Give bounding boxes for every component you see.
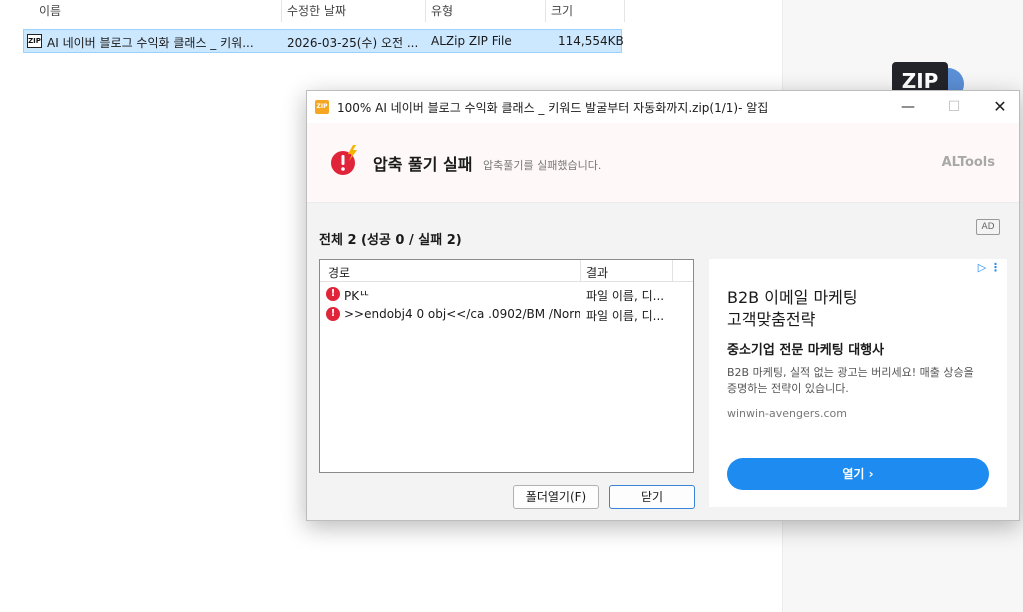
ad-description: B2B 마케팅, 실적 없는 광고는 버리세요! 매출 상승을 증명하는 전략이…: [727, 366, 974, 395]
file-modified: 2026-03-25(수) 오전 ...: [287, 36, 419, 50]
close-button[interactable]: 닫기: [609, 485, 695, 509]
column-divider[interactable]: [545, 0, 546, 22]
column-type[interactable]: 유형: [431, 2, 453, 19]
minimize-button[interactable]: —: [885, 91, 931, 123]
close-window-button[interactable]: ✕: [977, 91, 1023, 123]
open-folder-button[interactable]: 폴더열기(F): [513, 485, 599, 509]
fail-subtitle: 압축풀기를 실패했습니다.: [483, 159, 602, 172]
maximize-button: ☐: [947, 99, 961, 115]
ad-headline-line2: 고객맞춤전략: [727, 310, 816, 329]
ad-open-button[interactable]: 열기 ›: [727, 458, 989, 490]
item-path: PKᄔ: [344, 289, 371, 303]
extract-result-dialog: ZIP 100% AI 네이버 블로그 수익화 클래스 _ 키워드 발굴부터 자…: [306, 90, 1020, 521]
ad-subheadline: 중소기업 전문 마케팅 대행사: [727, 343, 885, 358]
column-header: ˆ 이름 수정한 날짜 유형 크기: [0, 0, 782, 22]
item-result: 파일 이름, 디...: [586, 309, 665, 323]
column-divider[interactable]: [624, 0, 625, 22]
ad-url[interactable]: winwin-avengers.com: [727, 407, 847, 420]
result-summary: 전체 2 (성공 0 / 실패 2): [319, 233, 462, 248]
dialog-titlebar[interactable]: ZIP 100% AI 네이버 블로그 수익화 클래스 _ 키워드 발굴부터 자…: [307, 91, 1019, 123]
ad-headline-line1: B2B 이메일 마케팅: [727, 288, 858, 307]
header-divider[interactable]: [672, 260, 673, 282]
result-list[interactable]: 경로 결과 ! PKᄔ 파일 이름, 디... ! >>endobj4 0 ob…: [319, 259, 694, 473]
fail-title: 압축 풀기 실패: [373, 155, 473, 174]
header-divider[interactable]: [580, 260, 581, 282]
ad-choices-icon[interactable]: ▷ ⋮: [978, 261, 1001, 274]
file-row[interactable]: ZIP AI 네이버 블로그 수익화 클래스 _ 키워... 2026-03-2…: [23, 29, 624, 53]
item-path: >>endobj4 0 obj<</ca .0902/BM /Norm...: [344, 307, 580, 321]
header-result[interactable]: 결과: [586, 264, 608, 281]
result-banner: 압축 풀기 실패 압축풀기를 실패했습니다. ALTools: [307, 123, 1019, 203]
file-type: ALZip ZIP File: [431, 34, 512, 48]
result-list-header: 경로 결과: [320, 260, 693, 282]
dialog-title: 100% AI 네이버 블로그 수익화 클래스 _ 키워드 발굴부터 자동화까지…: [337, 101, 769, 115]
header-path[interactable]: 경로: [328, 264, 350, 281]
error-icon: !: [326, 287, 340, 301]
altools-logo: ALTools: [941, 155, 995, 170]
column-divider[interactable]: [425, 0, 426, 22]
list-item[interactable]: ! >>endobj4 0 obj<</ca .0902/BM /Norm...…: [320, 304, 693, 324]
alzip-app-icon: ZIP: [315, 100, 329, 114]
column-divider[interactable]: [281, 0, 282, 22]
ad-panel[interactable]: ▷ ⋮ B2B 이메일 마케팅 고객맞춤전략 중소기업 전문 마케팅 대행사 B…: [709, 259, 1007, 507]
list-item[interactable]: ! PKᄔ 파일 이름, 디...: [320, 284, 693, 304]
sort-caret-icon: ˆ: [150, 0, 155, 5]
column-modified[interactable]: 수정한 날짜: [287, 2, 346, 19]
column-name[interactable]: 이름: [39, 2, 61, 19]
error-icon: !: [326, 307, 340, 321]
ad-headline: B2B 이메일 마케팅 고객맞춤전략: [727, 287, 858, 331]
fail-alert-icon: [331, 145, 357, 175]
column-size[interactable]: 크기: [551, 2, 573, 19]
file-name: AI 네이버 블로그 수익화 클래스 _ 키워...: [47, 36, 254, 50]
ad-badge: AD: [976, 219, 1000, 235]
file-size: 114,554KB: [558, 34, 624, 48]
zip-file-icon: ZIP: [27, 34, 42, 48]
item-result: 파일 이름, 디...: [586, 289, 665, 303]
